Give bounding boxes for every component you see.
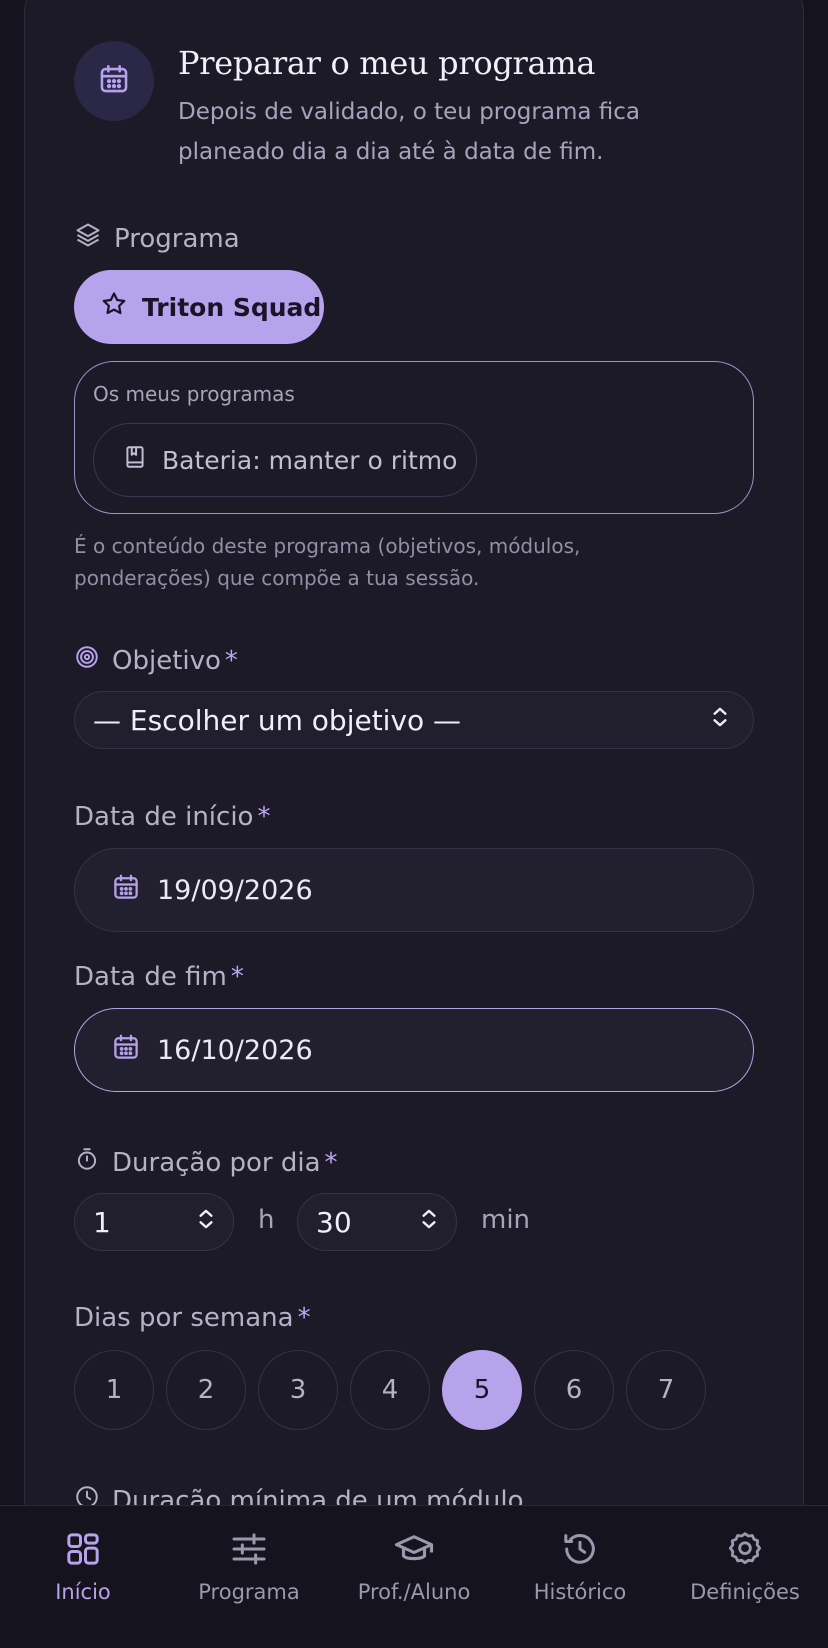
- layers-icon: [74, 221, 102, 256]
- duracao-label-row: Duração por dia *: [74, 1146, 338, 1179]
- required-marker: *: [224, 645, 238, 676]
- objetivo-select[interactable]: — Escolher um objetivo —: [74, 691, 754, 749]
- history-icon: [560, 1528, 600, 1570]
- target-icon: [74, 644, 100, 677]
- data-fim-label-row: Data de fim *: [74, 962, 244, 992]
- gear-icon: [725, 1528, 765, 1570]
- data-inicio-value: 19/09/2026: [157, 874, 313, 906]
- programa-label-row: Programa: [74, 221, 240, 256]
- calendar-icon: [111, 1032, 141, 1069]
- objetivo-select-value: — Escolher um objetivo —: [93, 703, 462, 737]
- objetivo-label-row: Objetivo *: [74, 644, 238, 677]
- my-programs-box: Os meus programas Bateria: manter o ritm…: [74, 361, 754, 514]
- program-chip-bateria[interactable]: Bateria: manter o ritmo: [93, 423, 477, 497]
- dias-label: Dias por semana: [74, 1303, 294, 1333]
- nav-inicio[interactable]: Início: [0, 1506, 166, 1648]
- programa-help-text: É o conteúdo deste programa (objetivos, …: [74, 534, 581, 590]
- nav-label: Prof./Aluno: [357, 1580, 471, 1604]
- nav-label: Programa: [198, 1580, 300, 1604]
- programa-label: Programa: [114, 223, 240, 254]
- day-option-3[interactable]: 3: [258, 1350, 338, 1430]
- data-inicio-input[interactable]: 19/09/2026: [74, 848, 754, 932]
- calendar-badge: [74, 41, 154, 121]
- nav-label: Definições: [690, 1580, 800, 1604]
- day-option-2[interactable]: 2: [166, 1350, 246, 1430]
- required-marker: *: [324, 1147, 338, 1178]
- star-icon: [100, 290, 128, 324]
- program-chip-label: Triton Squad: [142, 292, 322, 322]
- stopwatch-icon: [74, 1146, 100, 1179]
- program-chip-triton-squad[interactable]: Triton Squad: [74, 270, 324, 344]
- hours-select[interactable]: 1: [74, 1193, 234, 1251]
- day-option-5[interactable]: 5: [442, 1350, 522, 1430]
- minutes-unit: min: [481, 1205, 531, 1235]
- nav-programa[interactable]: Programa: [166, 1506, 332, 1648]
- duracao-label: Duração por dia: [112, 1147, 321, 1178]
- page-subtitle: Depois de validado, o teu programa fica …: [178, 99, 640, 165]
- data-fim-label: Data de fim: [74, 962, 227, 992]
- data-inicio-label-row: Data de início *: [74, 802, 270, 832]
- chevron-updown-icon: [193, 1206, 219, 1239]
- required-marker: *: [297, 1303, 311, 1333]
- book-icon: [122, 444, 148, 476]
- nav-label: Histórico: [533, 1580, 627, 1604]
- day-option-6[interactable]: 6: [534, 1350, 614, 1430]
- required-marker: *: [257, 802, 271, 832]
- hours-value: 1: [93, 1205, 111, 1239]
- objetivo-label: Objetivo: [112, 645, 221, 676]
- nav-prof-aluno[interactable]: Prof./Aluno: [331, 1506, 497, 1648]
- graduation-cap-icon: [393, 1528, 435, 1570]
- calendar-icon: [97, 62, 131, 100]
- data-fim-value: 16/10/2026: [157, 1034, 313, 1066]
- day-option-7[interactable]: 7: [626, 1350, 706, 1430]
- calendar-icon: [111, 872, 141, 909]
- data-inicio-label: Data de início: [74, 802, 254, 832]
- dias-label-row: Dias por semana *: [74, 1303, 311, 1333]
- day-option-1[interactable]: 1: [74, 1350, 154, 1430]
- chevron-updown-icon: [416, 1206, 442, 1239]
- chevron-updown-icon: [707, 704, 733, 737]
- day-option-4[interactable]: 4: [350, 1350, 430, 1430]
- page-title: Preparar o meu programa: [178, 44, 596, 82]
- minutes-select[interactable]: 30: [297, 1193, 457, 1251]
- data-fim-input[interactable]: 16/10/2026: [74, 1008, 754, 1092]
- program-chip-label: Bateria: manter o ritmo: [162, 445, 458, 475]
- sliders-icon: [229, 1528, 269, 1570]
- bottom-nav: Início Programa Prof./Aluno Histórico De…: [0, 1505, 828, 1648]
- grid-icon: [63, 1528, 103, 1570]
- nav-definicoes[interactable]: Definições: [662, 1506, 828, 1648]
- hours-unit: h: [258, 1205, 275, 1235]
- nav-historico[interactable]: Histórico: [497, 1506, 663, 1648]
- nav-label: Início: [55, 1580, 111, 1604]
- minutes-value: 30: [316, 1205, 352, 1239]
- required-marker: *: [230, 962, 244, 992]
- my-programs-label: Os meus programas: [93, 382, 295, 406]
